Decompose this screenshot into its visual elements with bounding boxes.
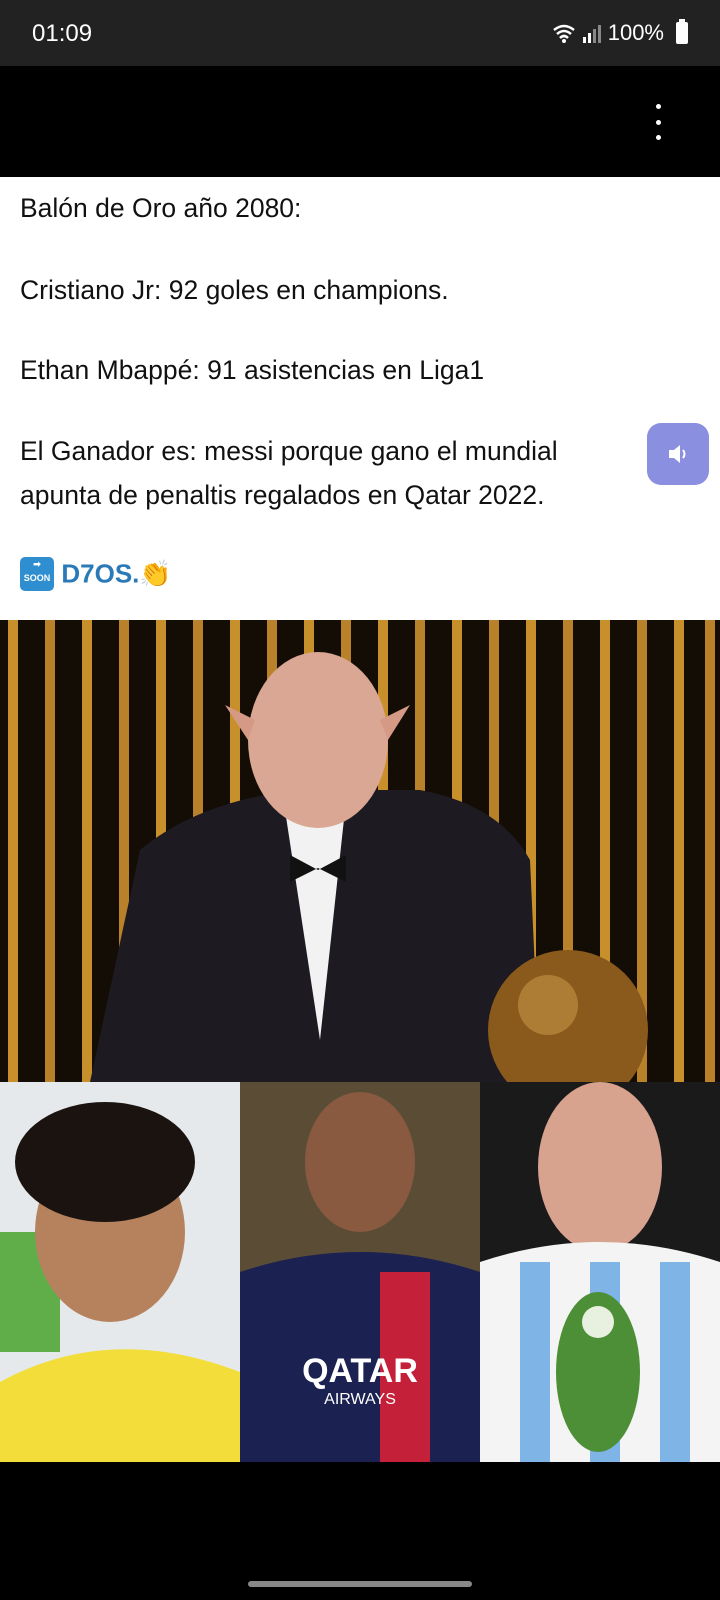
signal-icon: [582, 25, 601, 43]
clap-icon: 👏: [139, 558, 172, 589]
gesture-nav-handle[interactable]: [248, 1581, 472, 1587]
player-photo-2: QATAR AIRWAYS: [240, 1082, 480, 1462]
status-time: 01:09: [32, 20, 93, 47]
wifi-icon: [552, 24, 575, 43]
battery-icon: [676, 19, 688, 44]
battery-percent: 100%: [607, 20, 664, 45]
status-bar: 01:09 100%: [0, 0, 720, 66]
soon-arrow-icon: ➡ SOON: [20, 557, 54, 591]
player-photo-3: [480, 1082, 720, 1462]
app-bar: [0, 66, 720, 177]
post-line-1: Balón de Oro año 2080:: [20, 193, 302, 223]
post-image[interactable]: QATAR AIRWAYS: [0, 620, 720, 1462]
award-photo: [0, 620, 720, 1082]
post-tag-line: ➡ SOON D7OS.👏: [20, 557, 172, 591]
status-icons: 100%: [552, 20, 664, 46]
post-text: Balón de Oro año 2080: Cristiano Jr: 92 …: [0, 177, 720, 620]
more-vert-icon[interactable]: [646, 104, 670, 140]
post-line-5: apunta de penaltis regalados en Qatar 20…: [20, 480, 545, 510]
post-tag[interactable]: D7OS.: [61, 559, 139, 589]
jersey-sponsor-sub: AIRWAYS: [324, 1391, 396, 1408]
post-line-4: El Ganador es: messi porque gano el mund…: [20, 436, 558, 466]
jersey-sponsor: QATAR: [302, 1352, 418, 1390]
speaker-button[interactable]: [647, 423, 709, 485]
award-scene: [0, 620, 720, 1082]
post-line-3: Ethan Mbappé: 91 asistencias en Liga1: [20, 355, 485, 385]
post-line-2: Cristiano Jr: 92 goles en champions.: [20, 275, 449, 305]
speaker-icon: [669, 445, 686, 463]
player-photo-1: [0, 1082, 240, 1462]
elder-face: [248, 652, 388, 828]
players-row: QATAR AIRWAYS: [0, 1082, 720, 1462]
